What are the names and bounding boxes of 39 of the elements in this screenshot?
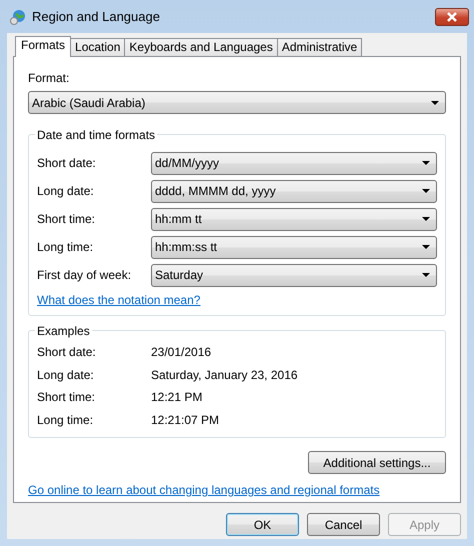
field-label: Short time: bbox=[37, 211, 96, 228]
notation-link[interactable]: What does the notation mean? bbox=[37, 293, 200, 307]
dropdown-arrow-icon bbox=[431, 100, 439, 104]
field-label: Short date: bbox=[37, 155, 97, 172]
dropdown[interactable]: dddd, MMMM dd, yyyy bbox=[151, 180, 437, 202]
dropdown[interactable]: Saturday bbox=[151, 264, 437, 286]
tab[interactable]: Keyboards and Languages bbox=[124, 38, 278, 56]
dropdown[interactable]: hh:mm:ss tt bbox=[151, 236, 437, 258]
globe-icon bbox=[10, 8, 26, 24]
dropdown[interactable]: Arabic (Saudi Arabia) bbox=[28, 91, 446, 114]
tab[interactable]: Administrative bbox=[276, 38, 362, 56]
window-title: Region and Language bbox=[32, 8, 160, 26]
dropdown-arrow-icon bbox=[422, 189, 430, 193]
example-value: 12:21 PM bbox=[151, 389, 202, 406]
example-value: 23/01/2016 bbox=[151, 344, 212, 362]
example-value: Saturday, January 23, 2016 bbox=[151, 366, 298, 384]
additional-settings-button[interactable]: Additional settings... bbox=[308, 451, 446, 474]
close-icon bbox=[446, 12, 458, 22]
field-label: First day of week: bbox=[37, 267, 132, 284]
close-button[interactable] bbox=[435, 8, 469, 26]
dropdown-arrow-icon bbox=[422, 273, 430, 277]
tab[interactable]: Location bbox=[70, 38, 126, 56]
example-label: Long date: bbox=[37, 366, 95, 384]
example-value: 12:21:07 PM bbox=[151, 412, 220, 429]
dropdown[interactable]: dd/MM/yyyy bbox=[151, 152, 437, 174]
tab[interactable]: Formats bbox=[15, 36, 72, 57]
dialog-button[interactable]: OK bbox=[226, 513, 299, 536]
dropdown-arrow-icon bbox=[422, 245, 430, 249]
example-label: Short date: bbox=[37, 344, 97, 362]
example-label: Short time: bbox=[37, 389, 96, 406]
online-help-link[interactable]: Go online to learn about changing languages and regional formats bbox=[28, 483, 380, 497]
dropdown[interactable]: hh:mm tt bbox=[151, 208, 437, 230]
field-label: Long date: bbox=[37, 183, 95, 200]
field-label: Long time: bbox=[37, 239, 94, 256]
example-label: Long time: bbox=[37, 412, 94, 429]
dropdown-arrow-icon bbox=[422, 217, 430, 221]
dropdown-arrow-icon bbox=[422, 161, 430, 165]
dialog-button[interactable]: Cancel bbox=[307, 513, 380, 536]
format-label: Format: bbox=[28, 70, 70, 87]
